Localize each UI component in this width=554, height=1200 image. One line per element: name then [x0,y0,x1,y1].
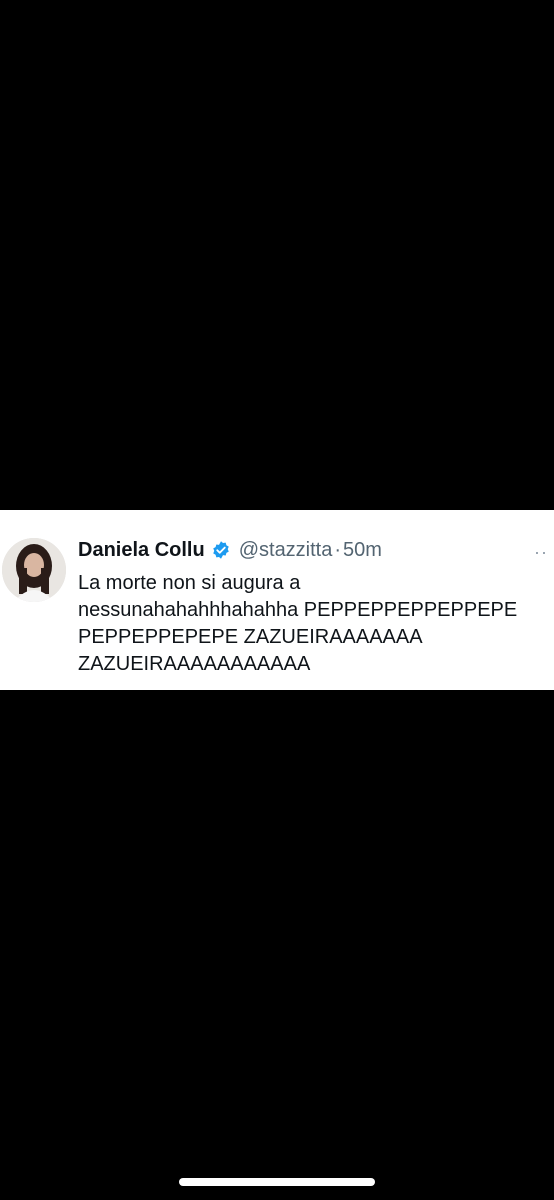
author-name[interactable]: Daniela Collu [78,539,205,562]
tweet-text-line: ZAZUEIRAAAAAAAAAAA [78,653,311,675]
tweet-card[interactable]: Daniela Collu @stazzitta · 50m ·· La mor… [0,510,554,690]
home-indicator[interactable] [179,1178,375,1186]
tweet-text-line: nessunahahahhhahahha PEPPEPPEPPEPPEPE [78,599,518,621]
separator-dot: · [334,538,342,561]
tweet-header: Daniela Collu @stazzitta · 50m [78,536,382,564]
tweet-text-line: La morte non si augura a [78,572,301,594]
author-handle[interactable]: @stazzitta [239,539,333,562]
tweet-text-line: PEPPEPPEPEPE ZAZUEIRAAAAAAA [78,626,423,648]
more-icon[interactable]: ·· [534,542,548,563]
tweet-text: La morte non si augura a nessunahahahhha… [78,570,548,678]
avatar[interactable] [2,538,66,602]
verified-badge-icon [211,540,231,560]
tweet-time[interactable]: 50m [343,539,382,562]
